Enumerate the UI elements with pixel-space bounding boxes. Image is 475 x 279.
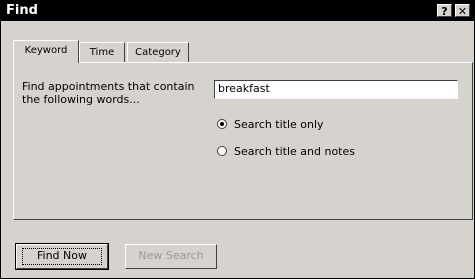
tab-category[interactable]: Category (127, 42, 189, 62)
tab-time[interactable]: Time (79, 42, 125, 62)
tab-keyword[interactable]: Keyword (13, 40, 79, 63)
new-search-button[interactable]: New Search (125, 244, 217, 269)
radio-title-only[interactable] (217, 119, 227, 129)
find-dialog: Find ? ✕ Keyword Time Category Find appo… (0, 0, 475, 279)
option-title-and-notes-label: Search title and notes (234, 145, 355, 158)
close-icon[interactable]: ✕ (455, 4, 470, 18)
search-words-input[interactable]: breakfast (214, 80, 458, 99)
title-bar[interactable]: Find ? ✕ (1, 1, 474, 21)
new-search-label: New Search (138, 249, 204, 262)
focus-ring (22, 248, 102, 265)
help-icon[interactable]: ? (437, 4, 452, 18)
find-now-button[interactable]: Find Now (15, 243, 109, 270)
radio-title-and-notes[interactable] (217, 146, 227, 156)
option-title-only-label: Search title only (234, 118, 324, 131)
search-prompt-label: Find appointments that contain the follo… (22, 80, 195, 106)
dialog-title: Find (6, 3, 38, 18)
